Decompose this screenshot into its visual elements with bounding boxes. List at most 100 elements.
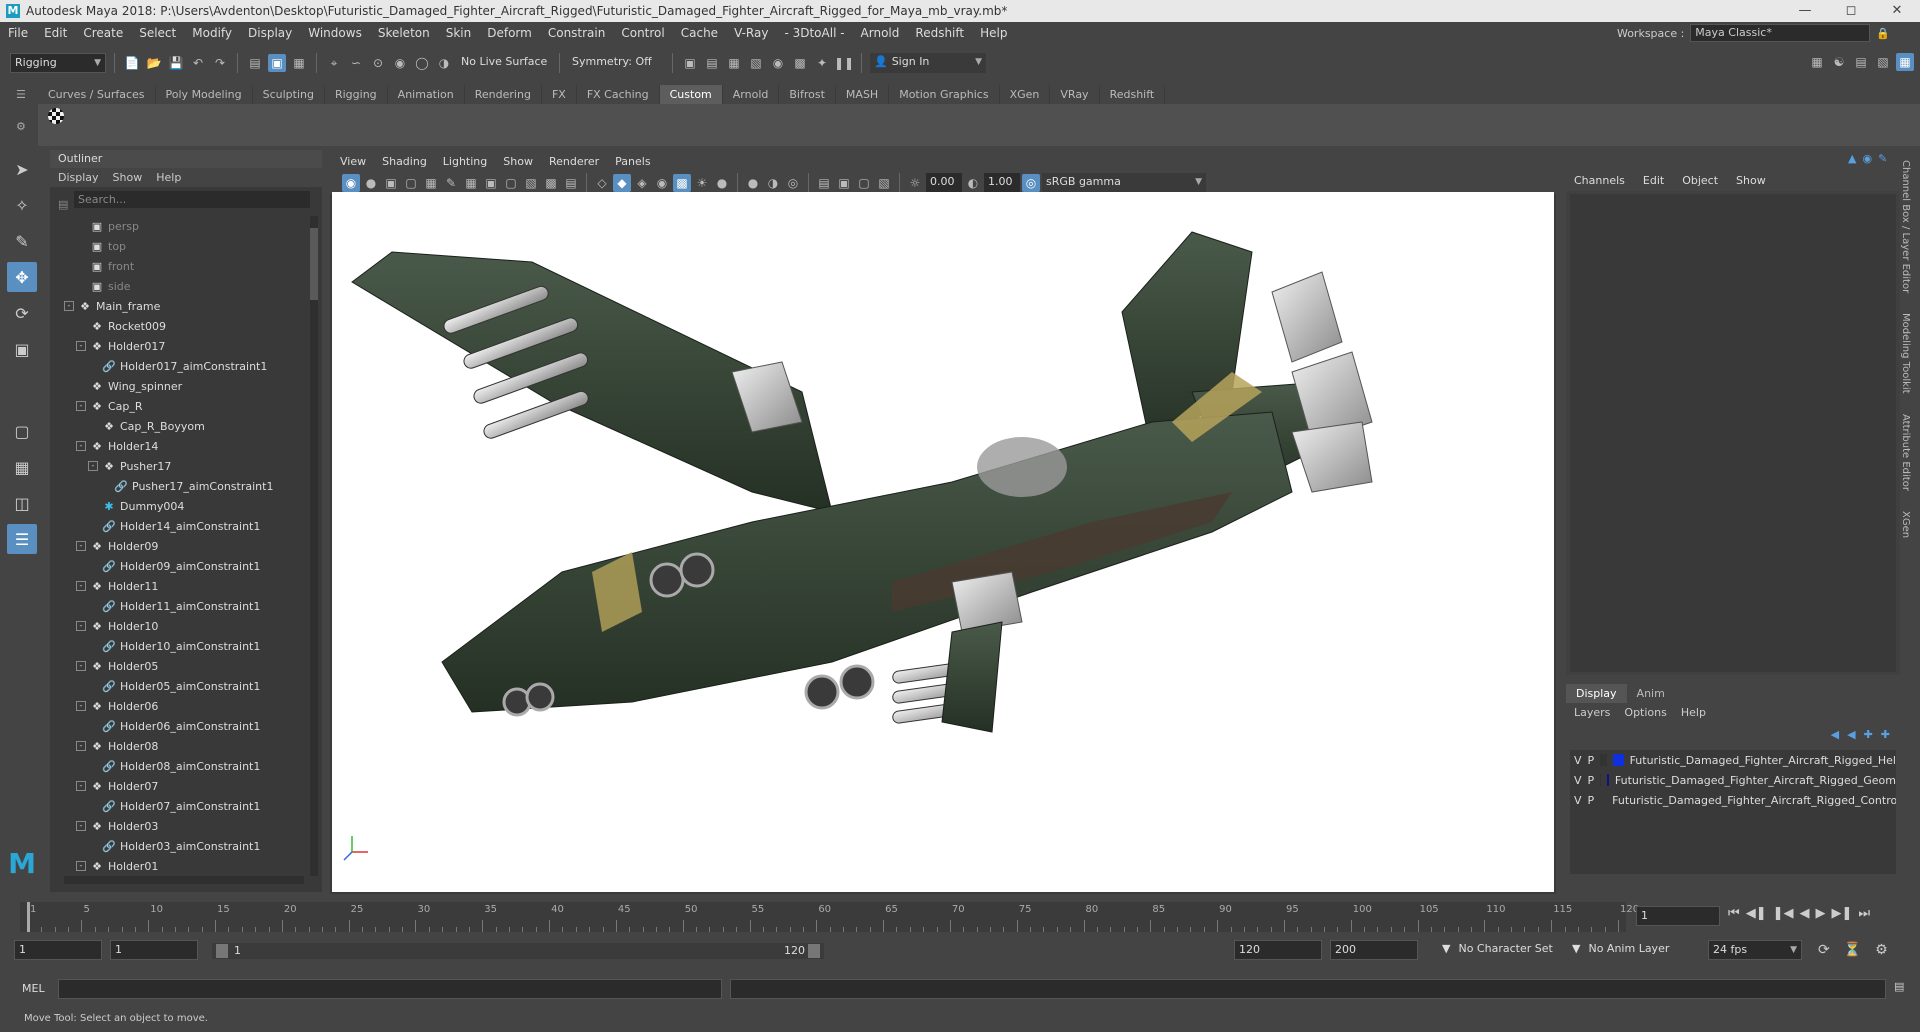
menu-help[interactable]: Help (972, 26, 1015, 40)
move-tool-icon[interactable]: ✥ (7, 262, 37, 292)
channel-menu-show[interactable]: Show (1736, 174, 1766, 187)
start-time-field[interactable]: 1 (14, 940, 102, 960)
render-settings-icon[interactable]: ▧ (747, 54, 765, 72)
layer-visibility-toggle[interactable]: V (1574, 754, 1582, 767)
shelf-menu-icon[interactable]: ☰ (16, 88, 26, 101)
expand-toggle-icon[interactable]: - (76, 701, 86, 711)
select-hierarchy-icon[interactable]: ▤ (246, 54, 264, 72)
end-time-field[interactable]: 200 (1330, 940, 1418, 960)
menu-redshift[interactable]: Redshift (907, 26, 972, 40)
use-all-lights-icon[interactable]: ▩ (673, 174, 691, 192)
expand-toggle-icon[interactable]: - (76, 341, 86, 351)
snap-surface-icon[interactable]: ◯ (413, 54, 431, 72)
snap-view-icon[interactable]: ◉ (391, 54, 409, 72)
shelf-tab-curves-surfaces[interactable]: Curves / Surfaces (38, 85, 156, 104)
side-tab-modeling-toolkit[interactable]: Modeling Toolkit (1900, 313, 1911, 394)
channel-box-icon-a[interactable]: ▲ (1848, 152, 1856, 165)
outliner-item[interactable]: ❖ Wing_spinner (56, 376, 306, 396)
backface-icon[interactable]: ▧ (875, 174, 893, 192)
shelf-tab-motion-graphics[interactable]: Motion Graphics (889, 85, 1000, 104)
snap-curve-icon[interactable]: ∽ (347, 54, 365, 72)
outliner-item[interactable]: - ❖ Holder01 (56, 856, 306, 872)
outliner-scroll-thumb[interactable] (310, 228, 318, 300)
go-to-start-icon[interactable]: ⏮ (1728, 906, 1740, 921)
side-tab-channel-box[interactable]: Channel Box / Layer Editor (1900, 160, 1911, 293)
character-controls-icon[interactable]: ☯ (1830, 53, 1848, 71)
image-plane-icon[interactable]: ▢ (402, 174, 420, 192)
colorspace-select[interactable]: sRGB gamma ▼ (1042, 173, 1206, 193)
outliner-item[interactable]: 🔗 Holder03_aimConstraint1 (56, 836, 306, 856)
grease-pencil-icon[interactable]: ✎ (442, 174, 460, 192)
shelf-tab-arnold[interactable]: Arnold (723, 85, 780, 104)
channel-menu-object[interactable]: Object (1682, 174, 1718, 187)
expand-toggle-icon[interactable]: - (76, 821, 86, 831)
fps-select[interactable]: 24 fps ▼ (1708, 940, 1802, 960)
grid-icon[interactable]: ▦ (462, 174, 480, 192)
outliner-item[interactable]: 🔗 Pusher17_aimConstraint1 (56, 476, 306, 496)
outliner-item[interactable]: - ❖ Main_frame (56, 296, 306, 316)
safe-action-icon[interactable]: ▤ (562, 174, 580, 192)
outliner-item[interactable]: - ❖ Holder14 (56, 436, 306, 456)
outliner-item[interactable]: - ❖ Cap_R (56, 396, 306, 416)
exposure-field[interactable]: 0.00 (926, 173, 962, 193)
shadows-icon[interactable]: ☀ (693, 174, 711, 192)
expand-toggle-icon[interactable]: - (76, 621, 86, 631)
go-to-end-icon[interactable]: ⏭ (1858, 906, 1870, 921)
current-frame-field[interactable]: 1 (1636, 906, 1720, 926)
modeling-toolkit-icon[interactable]: ▦ (1808, 53, 1826, 71)
outliner-item[interactable]: ▣ persp (56, 216, 306, 236)
motion-blur-icon[interactable]: ● (744, 174, 762, 192)
outliner-item[interactable]: - ❖ Pusher17 (56, 456, 306, 476)
resolution-gate-icon[interactable]: ▢ (502, 174, 520, 192)
layer-tab-anim[interactable]: Anim (1627, 684, 1675, 703)
menu-vray[interactable]: V-Ray (726, 26, 776, 40)
rotate-tool-icon[interactable]: ⟳ (7, 298, 37, 328)
gamma-icon[interactable]: ◐ (964, 174, 982, 192)
ambient-occlusion-icon[interactable]: ● (713, 174, 731, 192)
loop-icon[interactable]: ⟳ (1818, 942, 1830, 958)
expand-toggle-icon[interactable]: - (76, 741, 86, 751)
outliner-item[interactable]: ▣ top (56, 236, 306, 256)
outliner-item[interactable]: 🔗 Holder11_aimConstraint1 (56, 596, 306, 616)
expand-toggle-icon[interactable]: - (76, 401, 86, 411)
outliner-item[interactable]: ❖ Cap_R_Boyyom (56, 416, 306, 436)
wireframe-icon[interactable]: ◇ (593, 174, 611, 192)
outliner-menu-help[interactable]: Help (156, 171, 181, 184)
menu-select[interactable]: Select (131, 26, 184, 40)
new-layer-icon[interactable]: ✚ (1864, 728, 1873, 741)
two-view-icon[interactable]: ◫ (7, 488, 37, 518)
shelf-tab-bifrost[interactable]: Bifrost (779, 85, 836, 104)
layer-menu-help[interactable]: Help (1681, 706, 1706, 719)
outliner-item[interactable]: - ❖ Holder06 (56, 696, 306, 716)
outliner-item[interactable]: 🔗 Holder017_aimConstraint1 (56, 356, 306, 376)
menu-skeleton[interactable]: Skeleton (370, 26, 438, 40)
shelf-tab-fx-caching[interactable]: FX Caching (577, 85, 660, 104)
wireframe-on-shaded-icon[interactable]: ◈ (633, 174, 651, 192)
snap-grid-icon[interactable]: ⌖ (325, 54, 343, 72)
layer-type-toggle[interactable] (1600, 754, 1608, 766)
outliner-item[interactable]: - ❖ Holder10 (56, 616, 306, 636)
viewport-menu-lighting[interactable]: Lighting (443, 155, 487, 169)
menu-constrain[interactable]: Constrain (540, 26, 614, 40)
time-slider-track[interactable]: 1 5 10 15 20 25 30 35 40 45 50 55 60 65 70 75 80 85 90 95 10… (20, 902, 1639, 932)
layer-playback-toggle[interactable]: P (1588, 774, 1595, 787)
viewport-menu-panels[interactable]: Panels (615, 155, 650, 169)
outliner-item[interactable]: - ❖ Holder11 (56, 576, 306, 596)
side-tab-xgen[interactable]: XGen (1900, 511, 1911, 538)
smooth-shade-icon[interactable]: ◆ (613, 174, 631, 192)
layer-visibility-toggle[interactable]: V (1574, 774, 1582, 787)
outliner-item[interactable]: 🔗 Holder07_aimConstraint1 (56, 796, 306, 816)
snap-point-icon[interactable]: ⊙ (369, 54, 387, 72)
outliner-item[interactable]: 🔗 Holder14_aimConstraint1 (56, 516, 306, 536)
range-end-handle[interactable] (808, 944, 820, 958)
symmetry-select[interactable]: Symmetry: Off (568, 53, 664, 73)
layer-playback-toggle[interactable]: P (1588, 794, 1595, 807)
select-object-icon[interactable]: ▣ (268, 54, 286, 72)
outliner-item[interactable]: - ❖ Holder07 (56, 776, 306, 796)
shelf-tab-rigging[interactable]: Rigging (325, 85, 388, 104)
outliner-item[interactable]: - ❖ Holder05 (56, 656, 306, 676)
outliner-item[interactable]: ✱ Dummy004 (56, 496, 306, 516)
ipr-render-icon[interactable]: ▦ (725, 54, 743, 72)
expand-toggle-icon[interactable]: - (76, 861, 86, 871)
menu-create[interactable]: Create (75, 26, 131, 40)
